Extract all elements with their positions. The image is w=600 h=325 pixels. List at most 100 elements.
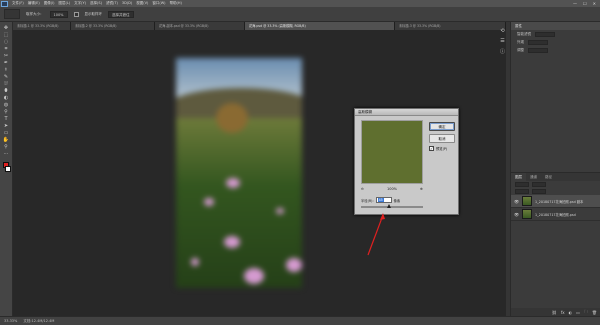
document-tab[interactable]: 未标题-2 @ 33.3% (RGB/8) [71, 22, 155, 30]
tool-button-icon[interactable]: ⬚ [2, 32, 10, 38]
tool-button-icon[interactable]: ✥ [2, 25, 10, 31]
dialog-title[interactable]: 高斯模糊 [355, 109, 458, 116]
radius-slider[interactable] [361, 204, 423, 208]
properties-row-label: 智能滤镜 [517, 31, 531, 36]
radius-value: 45 [377, 198, 384, 202]
tool-button-icon[interactable]: ⛆ [2, 81, 10, 87]
menu-item[interactable]: 窗口(W) [152, 0, 165, 7]
visibility-eye-icon[interactable]: 👁 [514, 212, 519, 217]
zoom-readout[interactable]: 33.33% [4, 319, 17, 323]
layers-panel-tabs: 图层 通道 路径 [511, 173, 600, 181]
menu-item[interactable]: 文件(F) [12, 0, 24, 7]
tool-button-icon[interactable]: ⚕ [2, 67, 10, 73]
select-and-mask-button[interactable]: 选择并遮住 [108, 10, 134, 18]
document-tab[interactable]: 未标题-1 @ 33.3% (RGB/8) [13, 22, 71, 30]
layer-controls [511, 181, 600, 188]
properties-field[interactable] [535, 31, 555, 37]
tool-button-icon[interactable]: ✋ [2, 137, 10, 143]
cancel-button[interactable]: 取消 [429, 134, 455, 143]
window-controls: — ☐ ✕ [573, 0, 596, 7]
document-tab[interactable]: 花海-副本.psd @ 33.3% (RGB/8) [155, 22, 245, 30]
preview-checkbox[interactable]: ✓ [429, 146, 434, 151]
radius-input[interactable]: 45 [375, 197, 392, 203]
menu-item[interactable]: 滤镜(T) [106, 0, 118, 7]
properties-icon[interactable]: ☰ [500, 38, 504, 44]
lock-options[interactable] [515, 189, 529, 194]
adjustment-layer-icon[interactable]: ◐ [569, 310, 573, 315]
menu-item[interactable]: 选择(S) [90, 0, 102, 7]
maximize-button[interactable]: ☐ [583, 0, 587, 7]
zoom-in-icon[interactable]: ⊕ [420, 187, 423, 191]
menu-items: 文件(F) 编辑(E) 图像(I) 图层(L) 文字(Y) 选择(S) 滤镜(T) 3D(D)… [12, 0, 182, 7]
tool-button-icon[interactable]: ◐ [2, 95, 10, 101]
visibility-eye-icon[interactable]: 👁 [514, 199, 519, 204]
layer-thumbnail [522, 196, 532, 206]
opacity-field[interactable] [532, 182, 546, 187]
menu-item[interactable]: 图层(L) [58, 0, 70, 7]
tool-button-icon[interactable]: ◍ [2, 102, 10, 108]
minimize-button[interactable]: — [573, 0, 577, 7]
tool-preset-picker[interactable] [4, 9, 20, 19]
layer-lock-controls [511, 188, 600, 195]
document-tab[interactable]: 未标题-3 @ 33.3% (RGB/8) [395, 22, 506, 30]
tool-button-icon[interactable]: ⋯ [2, 151, 10, 157]
delete-layer-icon[interactable]: 🗑 [592, 310, 597, 315]
tool-button-icon[interactable]: ⚲ [2, 144, 10, 150]
layer-row[interactable]: 👁 1_20180717花海拍照.psd [511, 208, 600, 221]
properties-tab[interactable]: 属性 [511, 22, 600, 30]
tool-button-icon[interactable]: ✎ [2, 74, 10, 80]
sample-size-label: 取样大小： [26, 11, 44, 16]
ok-button[interactable]: 确定 [429, 122, 455, 131]
properties-field[interactable] [528, 47, 548, 53]
properties-row-label: 调整 [517, 47, 524, 52]
zoom-out-icon[interactable]: ⊖ [361, 187, 364, 191]
properties-row: 调整 [511, 46, 600, 54]
menu-item[interactable]: 视图(V) [136, 0, 148, 7]
tab-layers[interactable]: 图层 [511, 173, 526, 181]
preview-label: 预览(P) [436, 147, 448, 151]
properties-field[interactable] [528, 39, 548, 45]
show-ring-label: 显示取样环 [84, 11, 103, 16]
document-tab-active[interactable]: 花海.psd @ 33.3% (高斯模糊, RGB/8) [245, 22, 395, 30]
properties-panel: 属性 智能滤镜 外观 调整 [510, 22, 600, 172]
photoshop-logo [1, 0, 8, 7]
tab-channels[interactable]: 通道 [526, 173, 541, 181]
tool-button-icon[interactable]: ⌗ [2, 46, 10, 52]
history-icon[interactable]: ⟲ [500, 28, 504, 34]
menu-item[interactable]: 文字(Y) [74, 0, 86, 7]
zoom-controls: ⊖ 100% ⊕ [361, 187, 423, 191]
menu-item[interactable]: 编辑(E) [28, 0, 40, 7]
link-layers-icon[interactable]: ⛓ [552, 310, 557, 315]
radius-unit: 像素 [393, 198, 401, 203]
close-button[interactable]: ✕ [593, 0, 596, 7]
menu-item[interactable]: 帮助(H) [170, 0, 182, 7]
tab-paths[interactable]: 路径 [541, 173, 556, 181]
radius-slider-thumb[interactable] [386, 204, 391, 208]
layer-name: 1_20180717花海拍照.psd [535, 212, 576, 217]
status-bar: 33.33% 文档:12.4M/12.4M [0, 316, 600, 325]
tool-button-icon[interactable]: ➤ [2, 123, 10, 129]
layers-bottom-bar: ⛓ fx ◐ ▭ 🗀 🗑 [511, 308, 600, 316]
blend-mode-select[interactable] [515, 182, 529, 187]
options-bar: 取样大小： 100% 显示取样环 选择并遮住 [0, 7, 600, 22]
info-icon[interactable]: ⓘ [500, 48, 505, 55]
layer-mask-icon[interactable]: ▭ [576, 310, 580, 315]
sample-size-select[interactable]: 100% [49, 10, 68, 18]
show-ring-checkbox[interactable] [73, 11, 79, 17]
tool-button-icon[interactable]: ▭ [2, 130, 10, 136]
tool-button-icon[interactable]: ✒ [2, 60, 10, 66]
background-color-swatch[interactable] [5, 166, 11, 172]
tool-button-icon[interactable]: T [2, 116, 10, 122]
menu-item[interactable]: 3D(D) [122, 0, 132, 7]
menu-item[interactable]: 图像(I) [44, 0, 55, 7]
tool-button-icon[interactable]: ⚲ [2, 109, 10, 115]
layer-style-icon[interactable]: fx [561, 310, 565, 315]
tool-button-icon[interactable]: ◌ [2, 39, 10, 45]
fill-field[interactable] [532, 189, 546, 194]
filter-preview[interactable] [361, 120, 423, 184]
tool-button-icon[interactable]: ⬮ [2, 88, 10, 94]
tool-button-icon[interactable]: ✂ [2, 53, 10, 59]
preview-toggle[interactable]: ✓ 预览(P) [429, 146, 447, 151]
new-group-icon[interactable]: 🗀 [584, 309, 588, 316]
layer-row[interactable]: 👁 1_20180717花海拍照.psd 副本 [511, 195, 600, 208]
